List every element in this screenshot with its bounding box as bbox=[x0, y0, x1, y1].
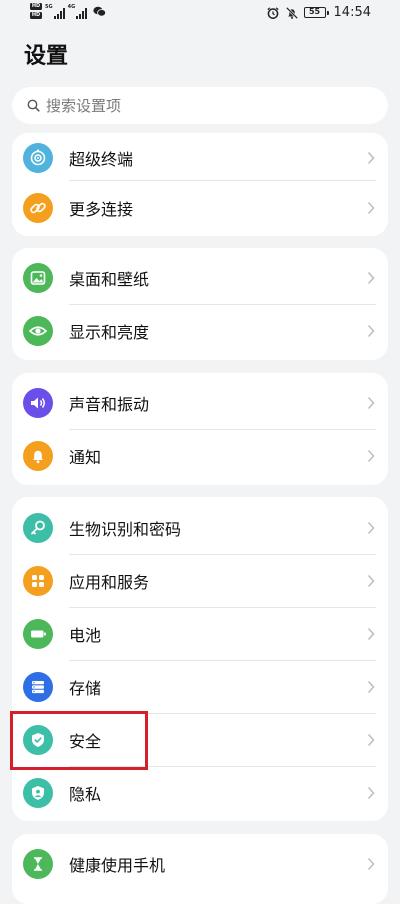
settings-group-sound: 声音和振动 通知 bbox=[12, 373, 388, 485]
wallpaper-icon bbox=[23, 262, 53, 293]
settings-item-apps[interactable]: 应用和服务 bbox=[12, 554, 388, 607]
settings-item-label: 应用和服务 bbox=[69, 572, 150, 592]
settings-item-more-connections[interactable]: 更多连接 bbox=[12, 181, 388, 234]
settings-item-notifications[interactable]: 通知 bbox=[12, 429, 388, 482]
chevron-right-icon bbox=[367, 857, 375, 870]
settings-item-display[interactable]: 显示和亮度 bbox=[12, 304, 388, 357]
battery-indicator: 55 bbox=[303, 7, 329, 18]
alarm-icon bbox=[266, 6, 279, 19]
speaker-icon bbox=[23, 387, 53, 418]
settings-group-display: 桌面和壁纸 显示和亮度 bbox=[12, 248, 388, 360]
super-device-icon bbox=[23, 142, 53, 173]
privacy-icon bbox=[23, 777, 53, 808]
settings-item-super-device[interactable]: 超级终端 bbox=[12, 131, 388, 184]
settings-item-label: 显示和亮度 bbox=[69, 322, 150, 342]
signal-bars-icon bbox=[53, 8, 65, 19]
settings-item-storage[interactable]: 存储 bbox=[12, 660, 388, 713]
settings-item-label: 安全 bbox=[69, 731, 102, 751]
settings-item-label: 隐私 bbox=[69, 784, 102, 804]
settings-group-health: 健康使用手机 bbox=[12, 834, 388, 904]
status-left: HD HD 5G 4G bbox=[30, 3, 107, 19]
settings-item-biometrics[interactable]: 生物识别和密码 bbox=[12, 501, 388, 554]
settings-item-label: 存储 bbox=[69, 678, 102, 698]
chevron-right-icon bbox=[367, 680, 375, 693]
chevron-right-icon bbox=[367, 201, 375, 214]
status-bar: HD HD 5G 4G 55 14:54 bbox=[0, 0, 400, 28]
chevron-right-icon bbox=[367, 324, 375, 337]
hd-indicators: HD HD bbox=[30, 3, 42, 19]
eye-icon bbox=[23, 315, 53, 346]
storage-icon bbox=[23, 671, 53, 702]
chevron-right-icon bbox=[367, 151, 375, 164]
network-type-label: 4G bbox=[67, 4, 76, 10]
settings-item-battery[interactable]: 电池 bbox=[12, 607, 388, 660]
settings-item-label: 通知 bbox=[69, 447, 102, 467]
status-right: 55 14:54 bbox=[266, 5, 371, 20]
chevron-right-icon bbox=[367, 627, 375, 640]
hd-badge: HD bbox=[30, 12, 42, 19]
settings-item-label: 超级终端 bbox=[69, 149, 134, 169]
settings-item-label: 生物识别和密码 bbox=[69, 519, 182, 539]
shield-icon bbox=[23, 724, 53, 755]
key-icon bbox=[23, 512, 53, 543]
hd-badge: HD bbox=[30, 3, 42, 10]
settings-item-wallpaper[interactable]: 桌面和壁纸 bbox=[12, 251, 388, 304]
bell-icon bbox=[23, 440, 53, 471]
chevron-right-icon bbox=[367, 521, 375, 534]
settings-group-system: 生物识别和密码 应用和服务 电池 存储 安全 隐私 bbox=[12, 497, 388, 821]
settings-item-label: 更多连接 bbox=[69, 199, 134, 219]
apps-icon bbox=[23, 565, 53, 596]
status-time: 14:54 bbox=[333, 5, 371, 20]
search-input[interactable]: 搜索设置项 bbox=[12, 87, 388, 124]
settings-item-sound[interactable]: 声音和振动 bbox=[12, 376, 388, 429]
chevron-right-icon bbox=[367, 786, 375, 799]
settings-item-label: 电池 bbox=[69, 625, 102, 645]
settings-item-security[interactable]: 安全 bbox=[12, 713, 388, 766]
hourglass-icon bbox=[23, 848, 53, 879]
signal-bars-icon bbox=[76, 8, 88, 19]
network-type-label: 5G bbox=[45, 4, 53, 10]
chevron-right-icon bbox=[367, 449, 375, 462]
settings-item-label: 声音和振动 bbox=[69, 394, 150, 414]
chevron-right-icon bbox=[367, 733, 375, 746]
settings-item-label: 桌面和壁纸 bbox=[69, 269, 150, 289]
chevron-right-icon bbox=[367, 574, 375, 587]
settings-item-label: 健康使用手机 bbox=[69, 855, 166, 875]
battery-icon bbox=[23, 618, 53, 649]
settings-item-digital-balance[interactable]: 健康使用手机 bbox=[12, 837, 388, 890]
link-icon bbox=[23, 192, 53, 223]
settings-item-privacy[interactable]: 隐私 bbox=[12, 766, 388, 819]
wechat-icon bbox=[93, 6, 107, 17]
chevron-right-icon bbox=[367, 271, 375, 284]
page-title: 设置 bbox=[24, 44, 69, 69]
search-placeholder: 搜索设置项 bbox=[46, 97, 122, 115]
mute-bell-icon bbox=[285, 6, 298, 19]
search-icon bbox=[27, 99, 40, 112]
settings-group-connect: 超级终端 更多连接 bbox=[12, 133, 388, 236]
signal-sim2: 4G bbox=[68, 3, 88, 19]
chevron-right-icon bbox=[367, 396, 375, 409]
signal-sim1: 5G bbox=[45, 3, 65, 19]
